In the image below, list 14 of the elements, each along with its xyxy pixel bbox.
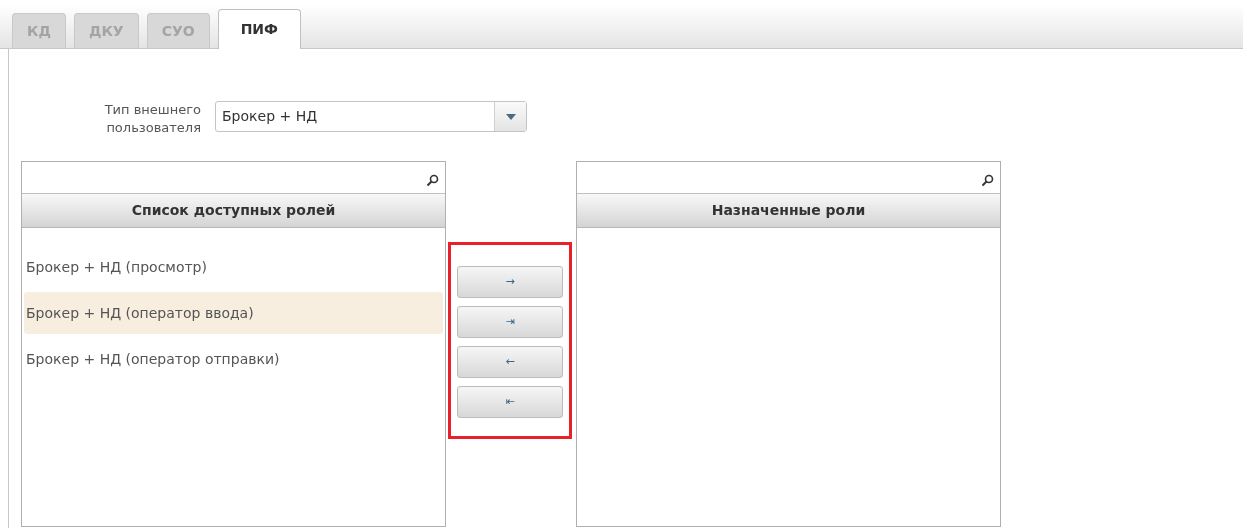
column-header: Список доступных ролей	[22, 194, 445, 228]
user-type-dropdown[interactable]: Брокер + НД	[215, 101, 527, 132]
column-header: Назначенные роли	[577, 194, 1000, 228]
move-button[interactable]: →	[457, 266, 563, 298]
search-icon	[981, 174, 994, 187]
tab[interactable]: ПИФ	[217, 9, 301, 49]
dropdown-button[interactable]	[494, 102, 526, 131]
caret-icon	[505, 113, 516, 120]
role-item[interactable]: Брокер + НД (оператор ввода)	[24, 292, 443, 334]
field-label: Тип внешнего пользователя	[103, 101, 202, 137]
move-button[interactable]: ←	[457, 346, 563, 378]
move-button[interactable]: ⇥	[457, 306, 563, 338]
search-icon	[426, 174, 439, 187]
move-button[interactable]: ⇤	[457, 386, 563, 418]
